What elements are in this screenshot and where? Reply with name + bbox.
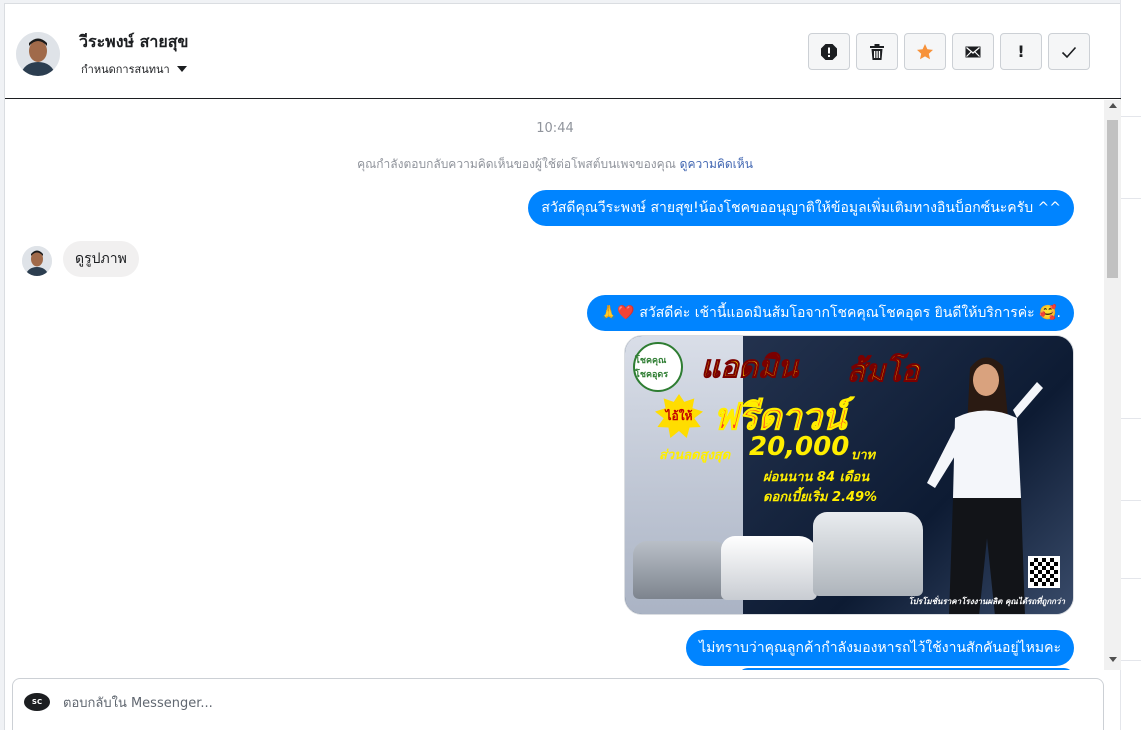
message-thread[interactable]: 10:44 คุณกำลังตอบกลับความคิดเห็นของผู้ใช… [5,100,1105,670]
message-bubble-outgoing[interactable]: สวัสดีคุณวีระพงษ์ สายสุข!น้องโชคขออนุญาต… [528,190,1074,226]
follow-up-button[interactable] [904,33,946,70]
message-bubble-outgoing[interactable]: 🙏❤️ สวัสดีค่ะ เช้านี้แอดมินส้มโอจากโชคคุ… [586,295,1074,331]
reply-composer[interactable]: SC [12,678,1104,730]
message-bubble-outgoing[interactable]: ไม่ทราบว่าคุณลูกค้ากำลังมองหารถไว้ใช้งาน… [686,630,1074,666]
envelope-icon [965,46,981,57]
scroll-up-icon[interactable] [1104,103,1121,113]
contact-name[interactable]: วีระพงษ์ สายสุข [79,30,188,55]
divider [1120,418,1141,419]
dealer-logo: โชคคุณโชคอุดร [633,342,683,392]
contact-avatar-small [22,246,52,276]
promo-footer: โปรโมชั่นราคาโรงงานผลิต คุณได้รถที่ถูกกว… [908,597,1065,606]
promo-model-figure [927,357,1043,614]
thread-scrollbar[interactable] [1104,100,1121,670]
promo-car-truck [813,512,923,596]
promo-installment: ผ่อนนาน 84 เดือน [763,470,870,485]
divider [1120,500,1141,501]
exclamation-icon: ! [1017,42,1025,61]
assign-conversation-dropdown[interactable]: กำหนดการสนทนา [81,60,188,78]
reply-context-notice: คุณกำลังตอบกลับความคิดเห็นของผู้ใช้ต่อโพ… [5,155,1105,174]
promo-discount-value: 20,000 [749,432,850,462]
caret-down-icon [176,66,187,72]
mark-done-button[interactable] [1048,33,1090,70]
spam-button[interactable] [808,33,850,70]
divider [1120,198,1141,199]
message-text: สวัสดีค่ะ เช้านี้แอดมินส้มโอจากโชคคุณโชค… [639,305,1035,321]
trash-icon [870,43,884,60]
promo-image-attachment[interactable]: โชคคุณโชคอุดร แอดมิน ส้มโอ ไอ้ให้ ฟรีดาว… [624,335,1074,615]
promo-car-pickup [721,536,817,600]
assign-label: กำหนดการสนทนา [81,63,170,76]
priority-button[interactable]: ! [1000,33,1042,70]
scroll-down-icon[interactable] [1104,657,1121,667]
message-text: ดูรูปภาพ [75,251,127,267]
delete-button[interactable] [856,33,898,70]
check-icon [1061,46,1077,58]
divider [1120,660,1141,661]
promo-interest: ดอกเบี้ยเริ่ม 2.49% [763,490,878,505]
star-icon [917,43,933,59]
right-panel-edge [1120,0,1141,730]
view-comment-link[interactable]: ดูความคิดเห็น [680,157,753,171]
conversation-panel: วีระพงษ์ สายสุข กำหนดการสนทนา ! 10:44 คุ… [4,3,1121,730]
inbox-app: วีระพงษ์ สายสุข กำหนดการสนทนา ! 10:44 คุ… [0,0,1141,730]
conversation-header: วีระพงษ์ สายสุข กำหนดการสนทนา ! [5,4,1121,99]
message-text: สวัสดีคุณวีระพงษ์ สายสุข!น้องโชคขออนุญาต… [541,200,1061,216]
promo-headline-1: แอดมิน [700,350,799,386]
page-avatar: SC [24,693,50,711]
promo-discount-unit: บาท [851,448,876,463]
divider [1120,116,1141,117]
scroll-thumb[interactable] [1107,120,1118,278]
promo-headline-2: ส้มโอ [846,354,920,390]
message-text: ไม่ทราบว่าคุณลูกค้ากำลังมองหารถไว้ใช้งาน… [699,640,1061,656]
divider [1120,578,1141,579]
pray-heart-emoji-icon: 🙏❤️ [599,305,635,321]
mark-unread-button[interactable] [952,33,994,70]
message-bubble-outgoing-partial[interactable] [738,668,1074,670]
message-bubble-incoming[interactable]: ดูรูปภาพ [63,241,139,277]
report-icon [821,43,837,60]
contact-avatar[interactable] [16,32,60,76]
promo-car-sedan [633,541,731,599]
promo-qr-code [1028,556,1060,588]
promo-discount-label: ส่วนลดสูงสุด [659,448,731,463]
message-text-tail: . [1056,305,1061,321]
message-timestamp: 10:44 [536,121,574,136]
smiling-hearts-emoji-icon: 🥰 [1039,305,1057,321]
context-text: คุณกำลังตอบกลับความคิดเห็นของผู้ใช้ต่อโพ… [357,157,676,171]
reply-input[interactable] [63,691,1063,715]
